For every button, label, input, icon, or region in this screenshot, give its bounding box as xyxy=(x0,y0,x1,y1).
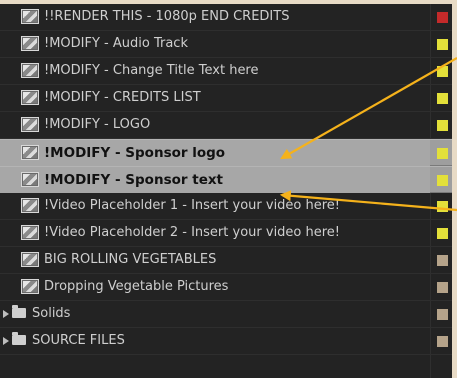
composition-icon xyxy=(21,225,39,240)
label-color-swatch[interactable] xyxy=(437,148,448,159)
composition-icon xyxy=(21,145,39,160)
item-name-cell: !MODIFY - Audio Track xyxy=(0,31,430,57)
item-name: !MODIFY - Sponsor text xyxy=(44,172,224,188)
project-item[interactable]: Dropping Vegetable Pictures xyxy=(0,274,452,301)
project-item[interactable]: !MODIFY - Change Title Text here xyxy=(0,58,452,85)
item-name-cell: SOURCE FILES xyxy=(0,328,430,354)
item-name-cell: BIG ROLLING VEGETABLES xyxy=(0,247,430,273)
composition-icon xyxy=(21,63,39,78)
label-color-swatch[interactable] xyxy=(437,201,448,212)
project-item[interactable]: !Video Placeholder 2 - Insert your video… xyxy=(0,220,452,247)
project-folder[interactable]: Solids xyxy=(0,301,452,328)
label-color-swatch[interactable] xyxy=(437,336,448,347)
item-name: Solids xyxy=(32,306,71,321)
disclosure-triangle-icon[interactable] xyxy=(3,337,9,345)
folder-icon xyxy=(12,332,26,345)
item-name-cell: !!RENDER THIS - 1080p END CREDITS xyxy=(0,4,430,30)
item-name-cell: !Video Placeholder 1 - Insert your video… xyxy=(0,193,430,219)
item-name: !Video Placeholder 2 - Insert your video… xyxy=(44,225,341,240)
project-item[interactable]: !Video Placeholder 1 - Insert your video… xyxy=(0,193,452,220)
item-name: BIG ROLLING VEGETABLES xyxy=(44,252,217,267)
label-color-swatch[interactable] xyxy=(437,12,448,23)
item-name-cell: !MODIFY - Sponsor logo xyxy=(0,140,430,166)
screenshot-frame: !!RENDER THIS - 1080p END CREDITS !MODIF… xyxy=(0,0,457,378)
item-name: SOURCE FILES xyxy=(32,333,125,348)
project-item[interactable]: !MODIFY - CREDITS LIST xyxy=(0,85,452,112)
item-name: !MODIFY - Sponsor logo xyxy=(44,145,226,161)
project-item-selected[interactable]: !MODIFY - Sponsor text xyxy=(0,166,452,193)
composition-icon xyxy=(21,198,39,213)
project-panel: !!RENDER THIS - 1080p END CREDITS !MODIF… xyxy=(0,4,452,378)
item-name: !MODIFY - Audio Track xyxy=(44,36,188,51)
project-item-selected[interactable]: !MODIFY - Sponsor logo xyxy=(0,139,452,166)
label-color-swatch[interactable] xyxy=(437,228,448,239)
label-color-swatch[interactable] xyxy=(437,39,448,50)
item-name-cell: Solids xyxy=(0,301,430,327)
composition-icon xyxy=(21,172,39,187)
item-name: !MODIFY - LOGO xyxy=(44,117,151,132)
item-name: !Video Placeholder 1 - Insert your video… xyxy=(44,198,341,213)
item-name-cell: !MODIFY - Sponsor text xyxy=(0,167,430,193)
item-name: !!RENDER THIS - 1080p END CREDITS xyxy=(44,9,290,24)
composition-icon xyxy=(21,117,39,132)
label-color-swatch[interactable] xyxy=(437,282,448,293)
label-color-swatch[interactable] xyxy=(437,255,448,266)
item-name: Dropping Vegetable Pictures xyxy=(44,279,229,294)
item-name-cell: !MODIFY - Change Title Text here xyxy=(0,58,430,84)
label-color-swatch[interactable] xyxy=(437,93,448,104)
folder-icon xyxy=(12,305,26,318)
composition-icon xyxy=(21,36,39,51)
item-name-cell: !MODIFY - CREDITS LIST xyxy=(0,85,430,111)
composition-icon xyxy=(21,279,39,294)
item-name-cell: !Video Placeholder 2 - Insert your video… xyxy=(0,220,430,246)
composition-icon xyxy=(21,90,39,105)
project-item[interactable]: !!RENDER THIS - 1080p END CREDITS xyxy=(0,4,452,31)
item-name: !MODIFY - Change Title Text here xyxy=(44,63,259,78)
composition-icon xyxy=(21,9,39,24)
label-color-swatch[interactable] xyxy=(437,120,448,131)
project-item[interactable]: BIG ROLLING VEGETABLES xyxy=(0,247,452,274)
label-color-swatch[interactable] xyxy=(437,175,448,186)
project-folder[interactable]: SOURCE FILES xyxy=(0,328,452,355)
label-color-swatch[interactable] xyxy=(437,66,448,77)
item-name-cell: Dropping Vegetable Pictures xyxy=(0,274,430,300)
disclosure-triangle-icon[interactable] xyxy=(3,310,9,318)
item-name: !MODIFY - CREDITS LIST xyxy=(44,90,201,105)
project-item[interactable]: !MODIFY - LOGO xyxy=(0,112,452,139)
label-color-swatch[interactable] xyxy=(437,309,448,320)
item-name-cell: !MODIFY - LOGO xyxy=(0,112,430,138)
project-item[interactable]: !MODIFY - Audio Track xyxy=(0,31,452,58)
composition-icon xyxy=(21,252,39,267)
